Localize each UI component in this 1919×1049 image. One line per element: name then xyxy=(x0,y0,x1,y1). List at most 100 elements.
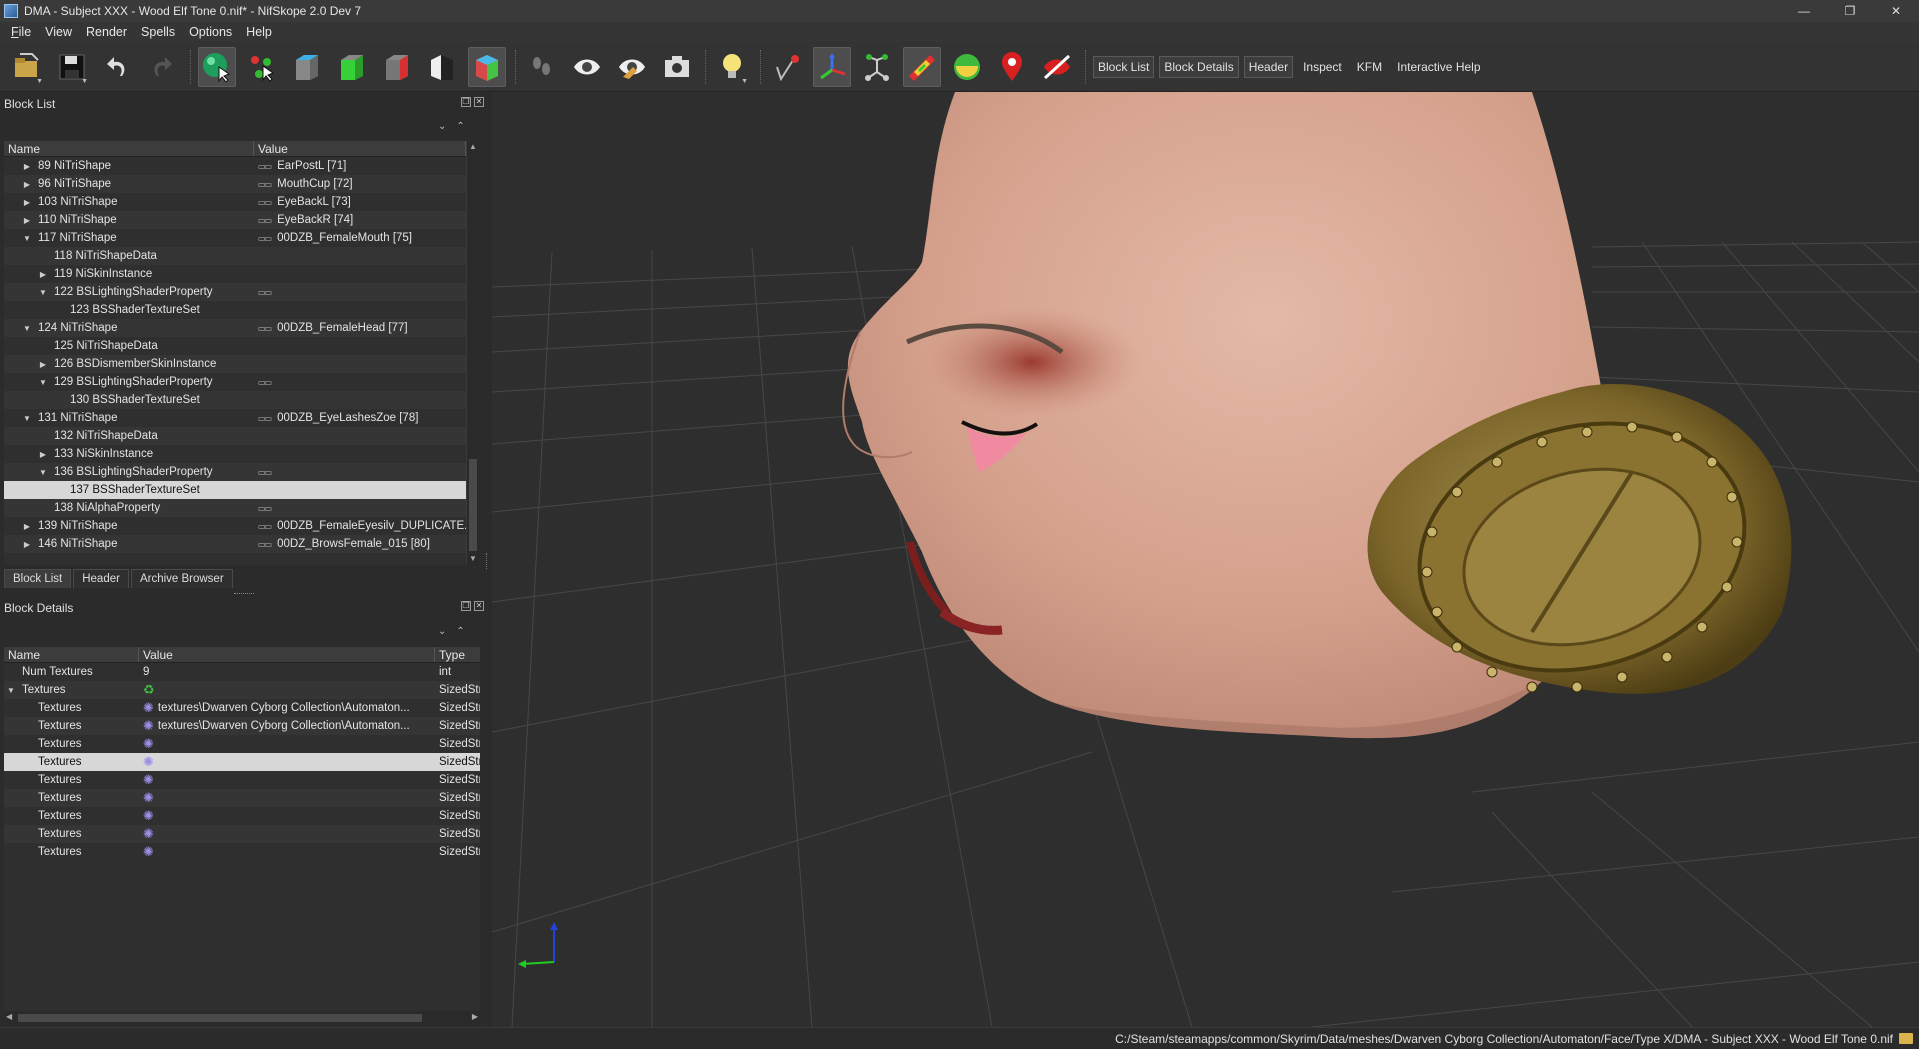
block-list-row[interactable]: ▼ 122 BSLightingShaderProperty ▭▭ xyxy=(4,283,466,301)
block-list-row[interactable]: 132 NiTriShapeData xyxy=(4,427,466,445)
detail-row[interactable]: Textures ✺ SizedStri xyxy=(4,753,480,771)
detail-row[interactable]: Textures ✺ SizedStri xyxy=(4,771,480,789)
axes-icon[interactable] xyxy=(813,46,851,87)
texture-gear-icon[interactable]: ✺ xyxy=(143,828,154,840)
texture-gear-icon[interactable]: ✺ xyxy=(143,738,154,750)
block-list-row[interactable]: ▼ 129 BSLightingShaderProperty ▭▭ xyxy=(4,373,466,391)
menu-view[interactable]: View xyxy=(38,22,79,42)
select-object-icon[interactable] xyxy=(198,46,236,87)
toggle-block-list-button[interactable]: Block List xyxy=(1093,55,1155,78)
collapse-arrow-icon[interactable]: ▼ xyxy=(22,234,32,243)
detail-row[interactable]: Textures ✺ SizedStri xyxy=(4,807,480,825)
screenshot-icon[interactable] xyxy=(658,47,696,87)
expand-arrow-icon[interactable]: ▶ xyxy=(22,540,32,549)
refresh-array-icon[interactable]: ♻ xyxy=(143,684,155,696)
block-list-row[interactable]: ▼ 131 NiTriShape ▭▭ 00DZB_EyeLashesZoe [78] xyxy=(4,409,466,427)
block-list-row[interactable]: ▶ 133 NiSkinInstance xyxy=(4,445,466,463)
close-button[interactable]: ✕ xyxy=(1873,0,1919,22)
expand-all-icon[interactable]: ⌄ xyxy=(438,626,446,637)
block-list-tree[interactable]: Name Value ▶ 89 NiTriShape ▭▭ EarPostL [71]… xyxy=(4,141,466,565)
detail-row[interactable]: Textures ✺ SizedStri xyxy=(4,735,480,753)
hide-icon[interactable] xyxy=(1038,47,1076,87)
collapse-all-icon[interactable]: ⌃ xyxy=(456,626,464,637)
view-perspective-icon[interactable] xyxy=(468,46,506,87)
markers-icon[interactable] xyxy=(993,47,1031,87)
expand-arrow-icon[interactable]: ▶ xyxy=(22,180,32,189)
expand-arrow-icon[interactable]: ▶ xyxy=(22,162,32,171)
textures-icon[interactable] xyxy=(903,46,941,87)
tab-header[interactable]: Header xyxy=(73,569,129,588)
block-list-row[interactable]: 125 NiTriShapeData xyxy=(4,337,466,355)
view-top-icon[interactable] xyxy=(288,47,326,87)
redo-icon[interactable] xyxy=(143,47,181,87)
column-type[interactable]: Type xyxy=(435,647,480,662)
menu-options[interactable]: Options xyxy=(182,22,239,42)
menu-help[interactable]: Help xyxy=(239,22,279,42)
collapse-arrow-icon[interactable]: ▼ xyxy=(38,288,48,297)
hidden-visibility-icon[interactable] xyxy=(613,47,651,87)
texture-gear-icon[interactable]: ✺ xyxy=(143,720,154,732)
walk-mode-icon[interactable] xyxy=(523,47,561,87)
scroll-left-icon[interactable]: ◀ xyxy=(6,1012,12,1021)
block-details-tree[interactable]: Name Value Type Num Textures 9 int ▼ Texture… xyxy=(4,647,480,1011)
scroll-up-icon[interactable]: ▲ xyxy=(467,141,479,153)
splitter-handle[interactable] xyxy=(486,553,490,569)
constraints-icon[interactable] xyxy=(858,47,896,87)
detail-row[interactable]: Num Textures 9 int xyxy=(4,663,480,681)
toggle-header-button[interactable]: Header xyxy=(1243,55,1294,78)
expand-arrow-icon[interactable]: ▶ xyxy=(22,198,32,207)
block-list-row[interactable]: 137 BSShaderTextureSet xyxy=(4,481,466,499)
expand-arrow-icon[interactable]: ▶ xyxy=(22,216,32,225)
menu-file[interactable]: File xyxy=(4,22,38,42)
block-list-row[interactable]: ▶ 96 NiTriShape ▭▭ MouthCup [72] xyxy=(4,175,466,193)
expand-arrow-icon[interactable]: ▶ xyxy=(22,522,32,531)
column-value[interactable]: Value xyxy=(139,647,435,662)
float-panel-icon[interactable]: ❐ xyxy=(461,97,471,107)
open-file-icon[interactable]: ▼ xyxy=(8,47,46,87)
block-list-row[interactable]: 138 NiAlphaProperty ▭▭ xyxy=(4,499,466,517)
toggle-inspect-button[interactable]: Inspect xyxy=(1298,56,1347,78)
block-list-row[interactable]: ▼ 124 NiTriShape ▭▭ 00DZB_FemaleHead [77] xyxy=(4,319,466,337)
detail-row[interactable]: Textures ✺ textures\Dwarven Cyborg Collect… xyxy=(4,699,480,717)
splitter-handle-horizontal[interactable] xyxy=(234,593,254,594)
block-list-scrollbar[interactable]: ▲ ▼ xyxy=(466,141,478,565)
save-icon[interactable]: ▼ xyxy=(53,47,91,87)
minimize-button[interactable]: — xyxy=(1781,0,1827,22)
texture-gear-icon[interactable]: ✺ xyxy=(143,774,154,786)
collapse-arrow-icon[interactable]: ▼ xyxy=(38,468,48,477)
detail-row[interactable]: ▼ Textures ♻ SizedStri xyxy=(4,681,480,699)
column-name[interactable]: Name xyxy=(4,141,254,156)
restore-button[interactable]: ❐ xyxy=(1827,0,1873,22)
view-flip-icon[interactable] xyxy=(423,47,461,87)
light-icon[interactable]: ▼ xyxy=(713,47,751,87)
expand-arrow-icon[interactable]: ▶ xyxy=(38,270,48,279)
view-side-icon[interactable] xyxy=(378,47,416,87)
block-list-row[interactable]: 123 BSShaderTextureSet xyxy=(4,301,466,319)
column-value[interactable]: Value xyxy=(254,141,466,156)
detail-row[interactable]: Textures ✺ SizedStri xyxy=(4,843,480,861)
tab-block-list[interactable]: Block List xyxy=(4,569,72,588)
block-list-row[interactable]: ▶ 103 NiTriShape ▭▭ EyeBackL [73] xyxy=(4,193,466,211)
tab-archive-browser[interactable]: Archive Browser xyxy=(130,569,233,588)
expand-arrow-icon[interactable]: ▶ xyxy=(38,360,48,369)
block-list-row[interactable]: ▶ 126 BSDismemberSkinInstance xyxy=(4,355,466,373)
collapse-all-icon[interactable]: ⌃ xyxy=(456,121,464,132)
interactive-help-button[interactable]: Interactive Help xyxy=(1392,56,1485,78)
collapse-arrow-icon[interactable]: ▼ xyxy=(22,414,32,423)
detail-row[interactable]: Textures ✺ textures\Dwarven Cyborg Collect… xyxy=(4,717,480,735)
block-list-row[interactable]: ▶ 119 NiSkinInstance xyxy=(4,265,466,283)
block-list-row[interactable]: ▶ 110 NiTriShape ▭▭ EyeBackR [74] xyxy=(4,211,466,229)
undo-icon[interactable] xyxy=(98,47,136,87)
block-list-row[interactable]: ▶ 146 NiTriShape ▭▭ 00DZ_BrowsFemale_015 [8… xyxy=(4,535,466,553)
nodes-icon[interactable] xyxy=(768,47,806,87)
collapse-arrow-icon[interactable]: ▼ xyxy=(38,378,48,387)
column-name[interactable]: Name xyxy=(4,647,139,662)
menu-spells[interactable]: Spells xyxy=(134,22,182,42)
collapse-arrow-icon[interactable]: ▼ xyxy=(22,324,32,333)
block-list-row[interactable]: ▼ 117 NiTriShape ▭▭ 00DZB_FemaleMouth [75] xyxy=(4,229,466,247)
close-panel-icon[interactable]: ✕ xyxy=(474,97,484,107)
texture-gear-icon[interactable]: ✺ xyxy=(143,810,154,822)
view-visibility-icon[interactable] xyxy=(568,47,606,87)
collapse-arrow-icon[interactable]: ▼ xyxy=(6,686,16,695)
texture-gear-icon[interactable]: ✺ xyxy=(143,792,154,804)
